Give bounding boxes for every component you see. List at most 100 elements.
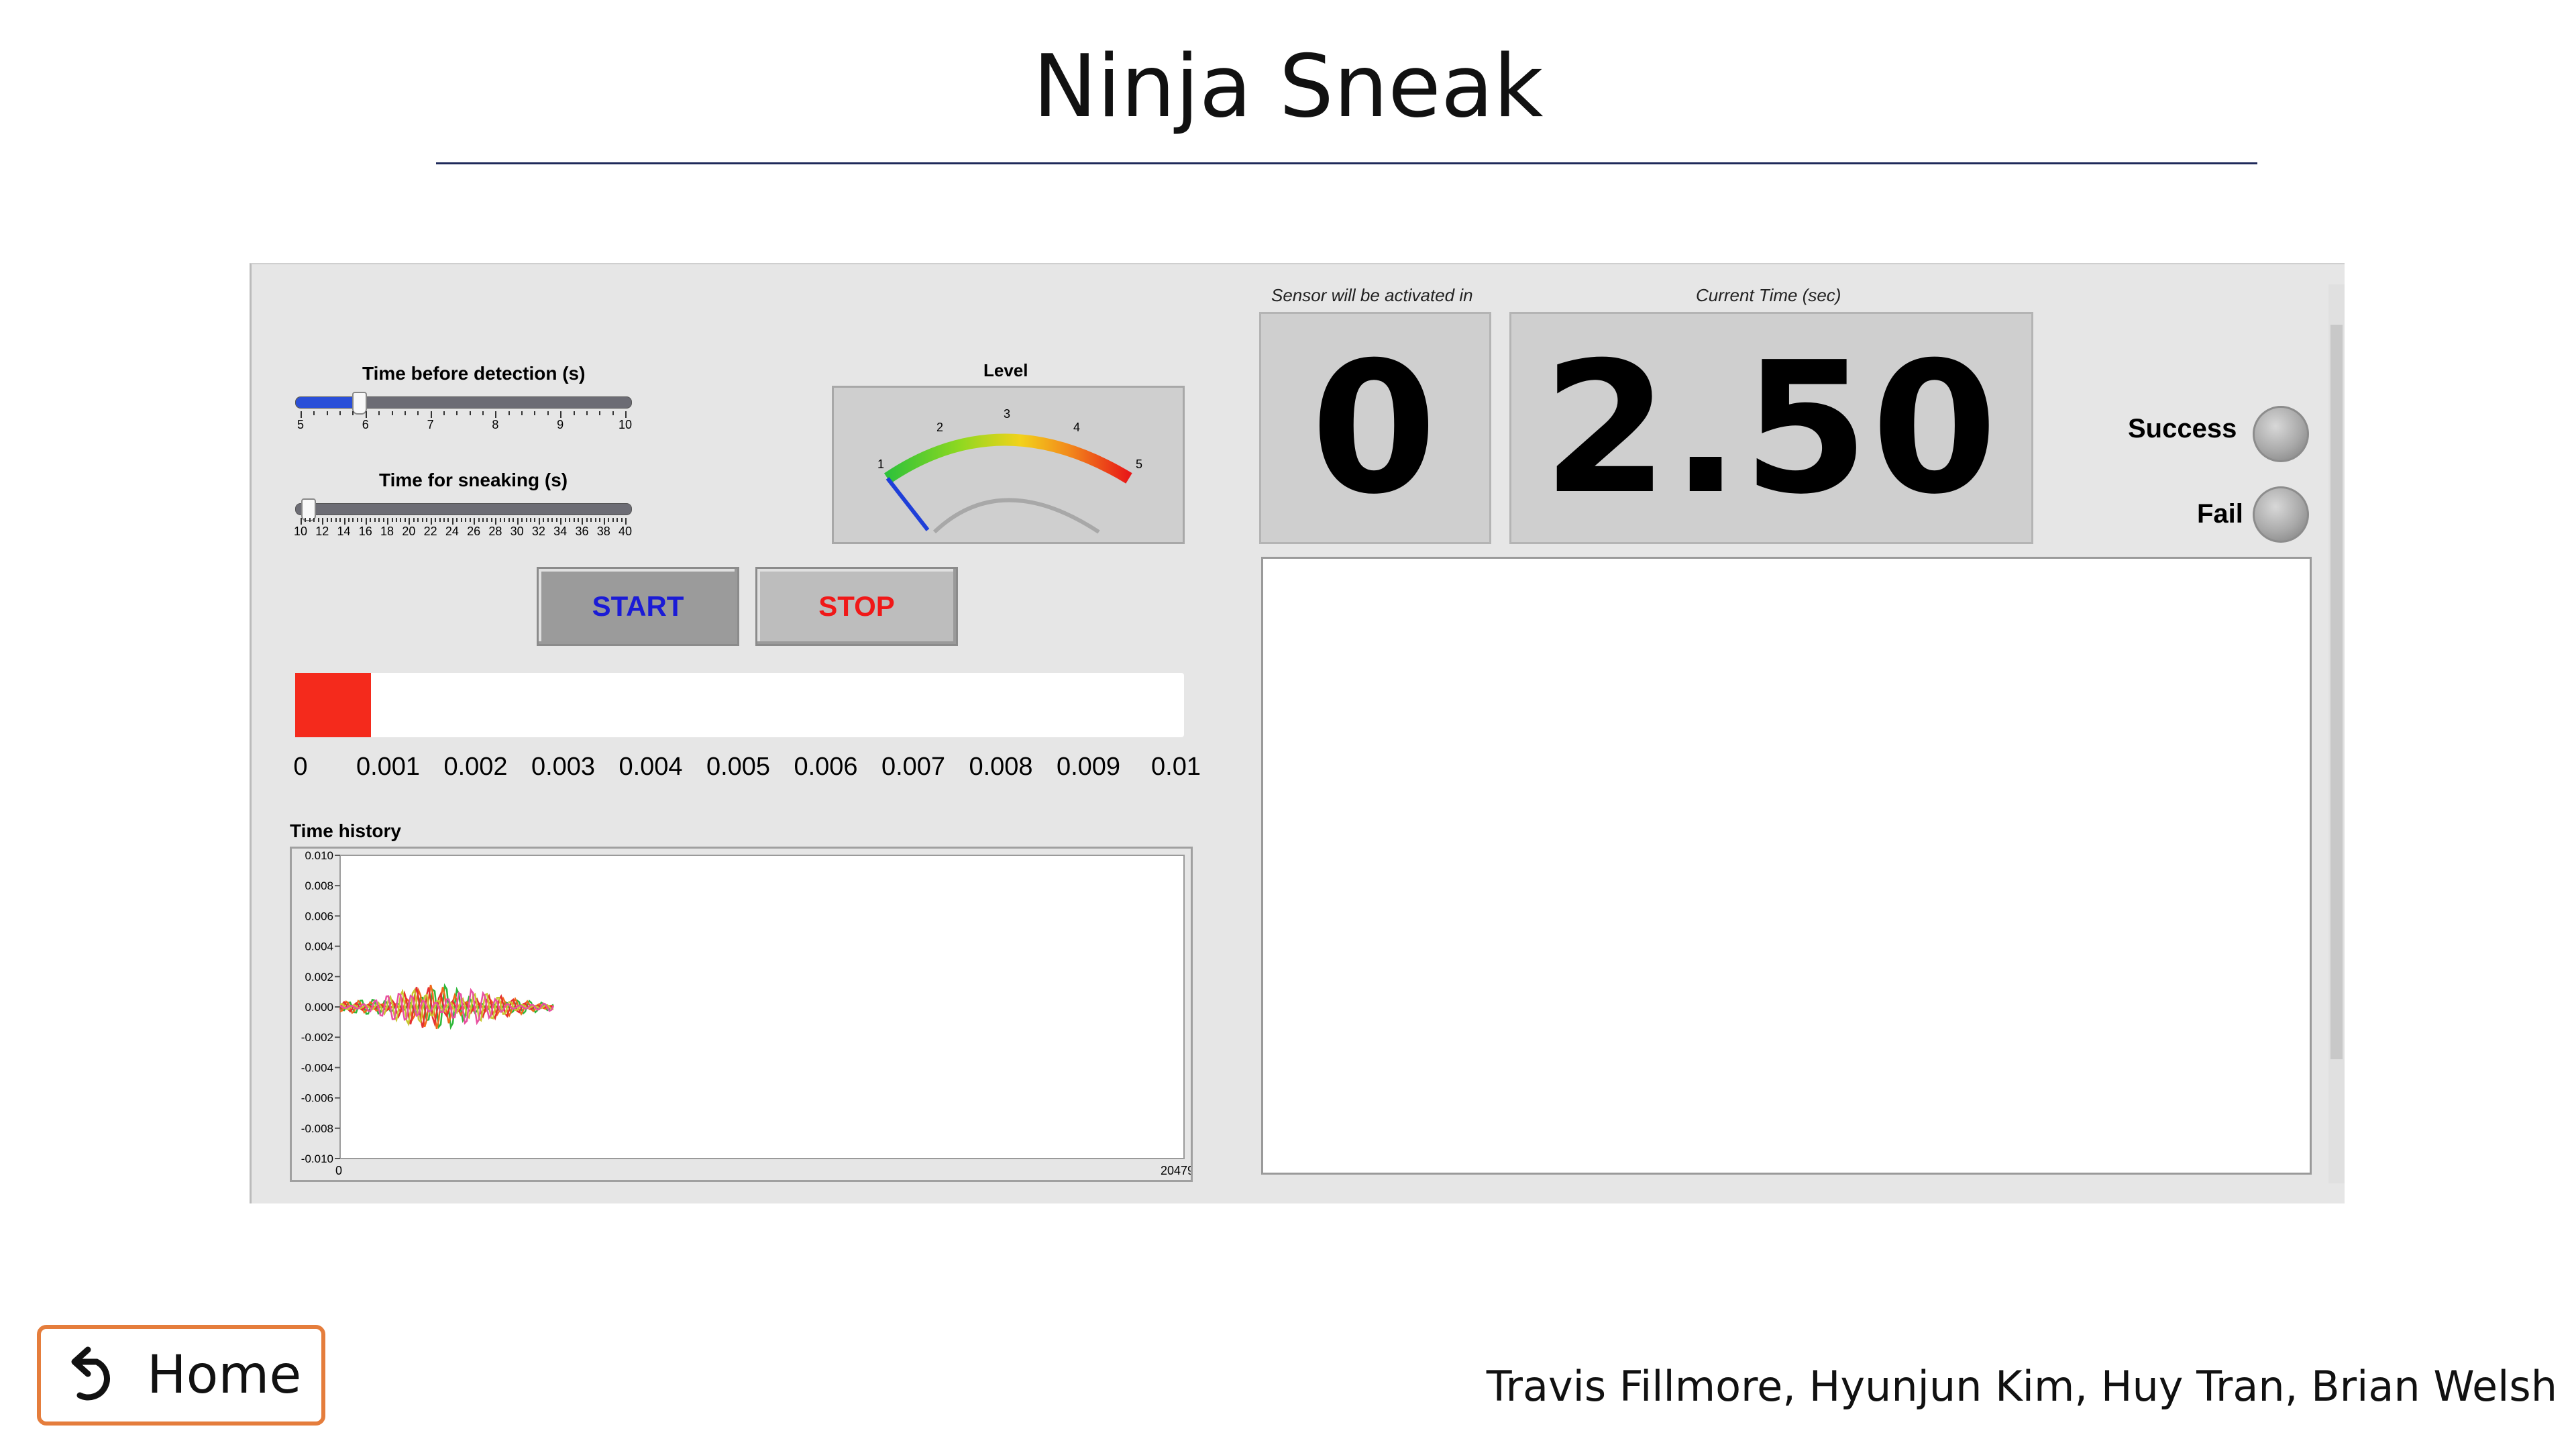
sneaking-slider-tick (543, 518, 545, 522)
detection-slider-tick (365, 411, 367, 418)
bar-scale-label: 0.01 (1151, 753, 1201, 781)
gauge-tick-label: 1 (877, 458, 884, 471)
time-history-label: Time history (290, 820, 401, 841)
sneaking-slider-label: Time for sneaking (s) (379, 470, 568, 490)
sneaking-slider-tick (370, 518, 372, 522)
stop-button[interactable]: STOP (755, 567, 958, 646)
sneaking-slider-tick-label: 36 (575, 525, 589, 538)
detection-slider-tick (508, 411, 510, 415)
sneaking-slider-tick (421, 518, 423, 522)
sneaking-slider-tick-label: 12 (315, 525, 329, 538)
sneaking-slider-tick-label: 30 (510, 525, 524, 538)
sneaking-slider-tick-label: 16 (358, 525, 372, 538)
sneaking-slider-tick (612, 518, 614, 522)
detection-slider-fill (296, 397, 358, 408)
sneaking-slider-tick (608, 518, 610, 522)
level-bar-fill (295, 673, 371, 737)
level-gauge: 1 2 3 4 5 (832, 386, 1185, 544)
sensor-countdown-display: 0 (1259, 312, 1491, 544)
sneaking-slider-tick (582, 518, 584, 525)
detection-slider-tick (612, 411, 614, 415)
sneaking-slider-tick (547, 518, 549, 522)
sneaking-slider-tick (521, 518, 523, 522)
detection-slider-tick (456, 411, 458, 415)
y-tick-label: -0.008 (301, 1122, 333, 1135)
sneaking-slider-tick (378, 518, 380, 522)
detection-slider-tick (417, 411, 419, 415)
bar-scale-label: 0.005 (706, 753, 771, 781)
y-tick-label: -0.004 (301, 1061, 333, 1074)
y-tick-label: 0.006 (305, 910, 333, 922)
sneaking-slider-tick (301, 518, 302, 525)
detection-slider-label: Time before detection (s) (362, 363, 586, 384)
detection-slider-tick (301, 411, 302, 418)
gauge-label: Level (983, 360, 1028, 380)
sneaking-slider-tick (456, 518, 458, 522)
start-button[interactable]: START (537, 567, 739, 646)
sneaking-slider-tick (305, 518, 307, 522)
sneaking-slider-tick (391, 518, 393, 522)
sneaking-slider-tick (564, 518, 566, 522)
gauge-dial: 1 2 3 4 5 (877, 407, 1142, 534)
sneaking-slider-tick (447, 518, 449, 522)
title-divider (436, 162, 2257, 164)
sneaking-slider-tick-label: 14 (337, 525, 351, 538)
sneaking-slider-tick (551, 518, 553, 522)
home-button[interactable]: Home (37, 1325, 325, 1426)
detection-slider-tick (404, 411, 406, 415)
sneaking-slider-tick (599, 518, 601, 522)
x-axis-end: 20479 (1161, 1164, 1191, 1177)
detection-slider-tick (313, 411, 315, 415)
bar-scale-label: 0.002 (443, 753, 508, 781)
sneaking-slider-tick-label: 24 (445, 525, 459, 538)
page-title: Ninja Sneak (1032, 37, 1544, 137)
success-label: Success (2128, 414, 2237, 443)
sneaking-slider-tick (343, 518, 345, 525)
detection-slider-tick-label: 8 (492, 418, 499, 431)
sneaking-slider-tick (356, 518, 358, 522)
sneaking-slider[interactable] (295, 498, 632, 521)
sneaking-slider-tick-label: 10 (293, 525, 308, 538)
detection-slider-tick (443, 411, 445, 415)
sneaking-slider-tick (586, 518, 588, 522)
sneaking-slider-tick (352, 518, 354, 522)
sneaking-slider-tick (469, 518, 471, 522)
detection-slider-tick (430, 411, 432, 418)
detection-slider[interactable] (295, 392, 632, 415)
detection-slider-tick (560, 411, 562, 418)
sneaking-slider-tick (465, 518, 467, 522)
detection-slider-tick-label: 10 (618, 418, 633, 431)
sneaking-slider-tick (435, 518, 437, 522)
fail-label: Fail (2197, 499, 2243, 529)
detection-slider-tick-label: 7 (427, 418, 434, 431)
sneaking-slider-tick (404, 518, 406, 522)
y-axis-ticks: 0.010 0.008 0.006 0.004 0.002 0.000 -0.002 -0.0… (301, 849, 340, 1165)
sneaking-slider-tick (513, 518, 515, 522)
sneaking-slider-tick-label: 22 (423, 525, 437, 538)
bar-scale-label: 0.009 (1056, 753, 1121, 781)
gauge-tick-label: 2 (936, 421, 943, 434)
sneaking-slider-tick (347, 518, 350, 522)
image-display (1261, 557, 2312, 1175)
sneaking-slider-tick (326, 518, 328, 522)
gauge-color-arc (883, 433, 1132, 484)
detection-slider-tick-label: 6 (362, 418, 369, 431)
scrollbar-thumb[interactable] (2330, 325, 2343, 1059)
sneaking-slider-tick (322, 518, 324, 525)
detection-slider-tick (573, 411, 575, 415)
level-bar-scale: 0 0.001 0.002 0.003 0.004 0.005 0.006 0.007 0.00… (293, 753, 1201, 785)
detection-slider-tick (625, 411, 627, 418)
sneaking-slider-tick (417, 518, 419, 522)
detection-slider-tick (547, 411, 549, 415)
vertical-scrollbar[interactable] (2328, 284, 2345, 1183)
current-time-display: 2.50 (1509, 312, 2033, 544)
sneaking-slider-tick (331, 518, 333, 522)
sneaking-slider-tick (335, 518, 337, 522)
sneaking-slider-tick (460, 518, 462, 522)
sneaking-slider-tick (538, 518, 540, 525)
y-tick-label: -0.010 (301, 1152, 333, 1165)
sneaking-slider-tick (374, 518, 376, 522)
author-credits: Travis Fillmore, Hyunjun Kim, Huy Tran, … (1486, 1362, 2557, 1411)
sneaking-slider-tick (616, 518, 619, 522)
detection-slider-tick (352, 411, 354, 415)
